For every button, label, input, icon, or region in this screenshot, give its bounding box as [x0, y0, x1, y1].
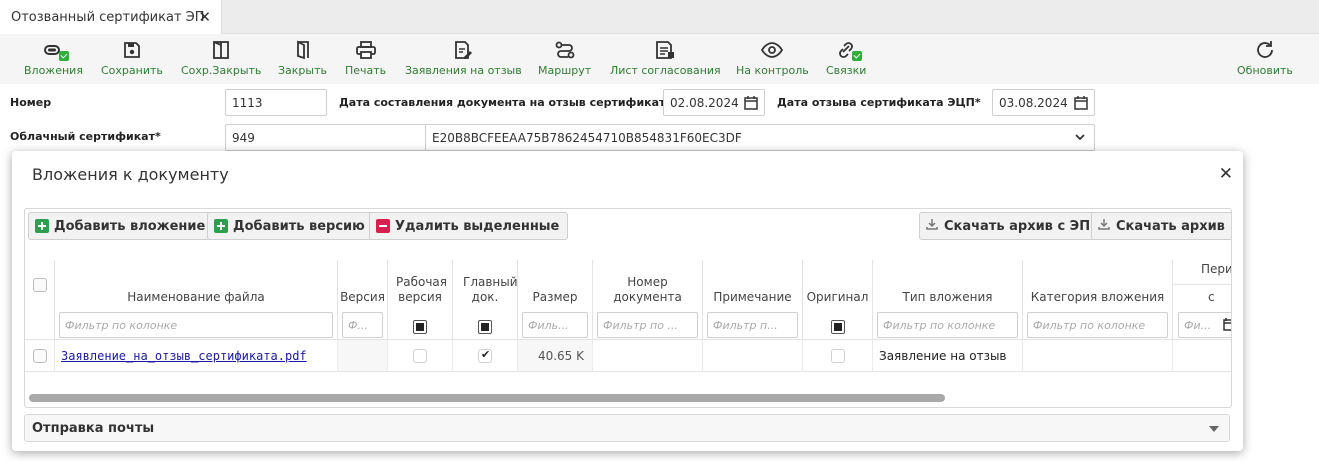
save-icon — [122, 39, 142, 61]
column-header-attachment-type[interactable]: Тип вложения Фильтр по колонке — [873, 260, 1023, 340]
download-archive-button[interactable]: Скачать архив — [1091, 212, 1231, 240]
close-icon[interactable]: ✕ — [198, 8, 211, 26]
link-icon — [835, 39, 863, 61]
cell-note — [703, 340, 803, 372]
column-header-size[interactable]: Размер Филь... — [518, 260, 593, 340]
column-header-period[interactable]: Пери с Фи... — [1173, 260, 1231, 340]
cell-filename: Заявление_на_отзыв_сертификата.pdf — [55, 340, 338, 372]
revoke-date-label: Дата отзыва сертификата ЭЦП* — [777, 96, 981, 109]
filter-doc-number-input[interactable]: Фильтр по ... — [597, 312, 698, 338]
document-edit-icon — [452, 39, 474, 61]
minus-icon — [376, 219, 390, 233]
paperclip-icon — [42, 39, 70, 61]
tab-bar: Отозванный сертификат ЭП ✕ — [0, 0, 1319, 34]
links-button[interactable]: Связки — [826, 39, 866, 81]
table-row[interactable] — [25, 340, 55, 372]
cell-period-from — [1173, 340, 1231, 372]
column-header-note[interactable]: Примечание Фильтр п... — [703, 260, 803, 340]
attachments-button[interactable]: Вложения — [24, 39, 83, 81]
eye-icon — [760, 39, 784, 61]
cell-attachment-type: Заявление на отзыв — [873, 340, 1023, 372]
route-button[interactable]: Маршрут — [538, 39, 591, 81]
download-archive-ep-button[interactable]: Скачать архив с ЭП — [919, 212, 1100, 240]
cell-main-doc — [453, 340, 518, 372]
save-close-icon — [210, 39, 232, 61]
tab-revoked-certificate[interactable]: Отозванный сертификат ЭП ✕ — [0, 0, 222, 34]
number-input[interactable]: 1113 — [225, 89, 327, 116]
modal-title: Вложения к документу — [32, 165, 229, 184]
add-attachment-button[interactable]: Добавить вложение — [28, 212, 215, 240]
compose-date-input[interactable]: 02.08.2024 — [663, 89, 765, 116]
compose-date-label: Дата составления документа на отзыв серт… — [339, 96, 673, 109]
revoke-date-input[interactable]: 03.08.2024 — [992, 89, 1095, 116]
column-header-original[interactable]: Оригинал — [803, 260, 873, 340]
refresh-icon — [1254, 39, 1276, 61]
cloud-cert-label: Облачный сертификат* — [10, 130, 161, 143]
row-select-checkbox[interactable] — [33, 349, 47, 363]
chevron-down-icon — [1074, 131, 1086, 146]
select-all-checkbox[interactable] — [33, 278, 47, 292]
column-header-attachment-category[interactable]: Категория вложения Фильтр по колонке — [1023, 260, 1173, 340]
approval-list-icon — [654, 39, 676, 61]
main-doc-checkbox[interactable] — [478, 348, 492, 363]
filter-working-version-checkbox[interactable] — [413, 320, 427, 334]
select-all-header — [25, 260, 55, 340]
cloud-cert-select[interactable]: E20B8BCFEEAA75B7862454710B854831F60EC3DF — [425, 124, 1095, 151]
filter-attachment-type-input[interactable]: Фильтр по колонке — [877, 312, 1018, 338]
mail-section-header[interactable]: Отправка почты — [24, 414, 1230, 442]
filter-filename-input[interactable]: Фильтр по колонке — [59, 312, 333, 338]
delete-selected-button[interactable]: Удалить выделенные — [369, 212, 569, 240]
cell-version — [338, 340, 388, 372]
attachments-modal: Вложения к документу ✕ Добавить вложение… — [12, 151, 1243, 451]
attachments-panel: Добавить вложение Добавить версию Удалит… — [24, 208, 1232, 408]
close-button[interactable]: Закрыть — [278, 39, 327, 81]
cloud-cert-id-input[interactable]: 949 — [225, 124, 426, 151]
chevron-down-icon — [1209, 426, 1219, 432]
calendar-icon[interactable] — [1074, 95, 1088, 113]
column-header-doc-number[interactable]: Номер документа Фильтр по ... — [593, 260, 703, 340]
close-door-icon — [293, 39, 313, 61]
number-label: Номер — [10, 96, 52, 109]
printer-icon — [355, 39, 377, 61]
filter-original-checkbox[interactable] — [830, 320, 845, 334]
save-button[interactable]: Сохранить — [101, 39, 163, 81]
original-checkbox[interactable] — [831, 349, 845, 363]
download-icon — [1098, 218, 1110, 234]
filter-main-doc-checkbox[interactable] — [478, 320, 492, 334]
column-header-working-version[interactable]: Рабочая версия — [388, 260, 453, 340]
cell-size: 40.65 K — [518, 340, 593, 372]
revocation-requests-button[interactable]: Заявления на отзыв — [405, 39, 522, 81]
column-header-version[interactable]: Версия Ф... — [338, 260, 388, 340]
save-close-button[interactable]: Сохр.Закрыть — [181, 39, 261, 81]
calendar-icon[interactable] — [744, 95, 758, 113]
cell-doc-number — [593, 340, 703, 372]
filter-attachment-category-input[interactable]: Фильтр по колонке — [1027, 312, 1168, 338]
working-version-checkbox[interactable] — [413, 349, 427, 363]
column-header-main-doc[interactable]: Главный док. — [453, 260, 518, 340]
filter-version-input[interactable]: Ф... — [342, 312, 383, 338]
toolbar: Вложения Сохранить Сохр.Закрыть Закрыть … — [0, 34, 1319, 84]
approval-list-button[interactable]: Лист согласования — [610, 39, 721, 81]
download-icon — [926, 218, 938, 234]
add-version-button[interactable]: Добавить версию — [207, 212, 374, 240]
route-icon — [554, 39, 576, 61]
print-button[interactable]: Печать — [345, 39, 386, 81]
on-control-button[interactable]: На контроль — [736, 39, 809, 81]
close-icon[interactable]: ✕ — [1219, 164, 1233, 184]
cell-original — [803, 340, 873, 372]
plus-icon — [214, 219, 228, 233]
cell-attachment-category — [1023, 340, 1173, 372]
tab-title: Отозванный сертификат ЭП — [11, 9, 205, 25]
column-header-filename[interactable]: Наименование файла Фильтр по колонке — [55, 260, 338, 340]
plus-icon — [35, 219, 49, 233]
calendar-icon[interactable] — [1223, 318, 1231, 334]
file-link[interactable]: Заявление_на_отзыв_сертификата.pdf — [61, 349, 307, 363]
filter-size-input[interactable]: Филь... — [522, 312, 588, 338]
horizontal-scrollbar[interactable] — [29, 394, 945, 402]
filter-note-input[interactable]: Фильтр п... — [707, 312, 798, 338]
refresh-button[interactable]: Обновить — [1237, 39, 1293, 81]
cell-working-version — [388, 340, 453, 372]
